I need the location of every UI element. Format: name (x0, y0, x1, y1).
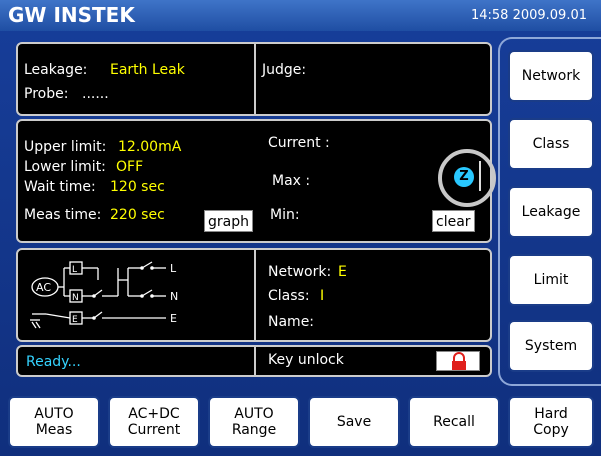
n-output-label: N (170, 290, 178, 303)
zero-indicator[interactable]: Z (438, 149, 496, 207)
wait-time-value: 120 sec (110, 179, 165, 195)
l-terminal-label: L (72, 265, 77, 275)
mode-panel: Leakage: Earth Leak Probe: ...... Judge: (16, 42, 492, 116)
button-line-2: Copy (533, 422, 569, 438)
l-output-label: L (170, 262, 177, 275)
lock-button[interactable] (436, 351, 480, 371)
instrument-screen: GW INSTEK 14:58 2009.09.01 Leakage: Eart… (0, 0, 601, 456)
e-output-label: E (170, 312, 177, 325)
datetime-display: 14:58 2009.09.01 (470, 8, 587, 23)
network-value: E (338, 264, 347, 280)
button-line-1: Hard (534, 406, 568, 422)
hard-copy-button[interactable]: Hard Copy (508, 396, 594, 448)
n-terminal-label: N (72, 293, 79, 303)
button-line-1: Save (336, 414, 372, 430)
wait-time-label: Wait time: (24, 179, 96, 195)
ready-status: Ready... (26, 354, 81, 370)
button-line-1: Recall (433, 414, 475, 430)
network-button[interactable]: Network (508, 50, 594, 102)
key-unlock-label: Key unlock (268, 352, 344, 368)
settings-panel: Upper limit: 12.00mA Lower limit: OFF Wa… (16, 119, 496, 243)
button-line-1: AUTO (234, 406, 274, 422)
upper-limit-value: 12.00mA (118, 139, 182, 155)
limit-button[interactable]: Limit (508, 254, 594, 306)
leakage-label: Leakage: (24, 62, 88, 78)
name-label: Name: (268, 314, 315, 330)
zero-icon: Z (454, 167, 474, 187)
current-label: Current : (268, 135, 330, 151)
circuit-diagram: AC L N E L N E (30, 261, 178, 329)
max-label: Max : (272, 173, 311, 189)
ac-label: AC (36, 281, 51, 294)
recall-button[interactable]: Recall (408, 396, 500, 448)
graph-button[interactable]: graph (204, 210, 253, 232)
button-line-1: AUTO (34, 406, 74, 422)
class-label: Class: (268, 288, 310, 304)
divider (254, 250, 256, 340)
network-label: Network: (268, 264, 332, 280)
auto-meas-button[interactable]: AUTO Meas (8, 396, 100, 448)
button-line-2: Meas (35, 422, 73, 438)
lower-limit-value: OFF (116, 159, 144, 175)
button-line-2: Current (127, 422, 181, 438)
button-line-1: AC+DC (128, 406, 180, 422)
system-button[interactable]: System (508, 320, 594, 372)
zero-badge-text: Z (459, 169, 469, 184)
title-bar: GW INSTEK 14:58 2009.09.01 (0, 0, 601, 31)
lock-icon (452, 352, 466, 370)
status-panel: Ready... Key unlock (16, 345, 492, 377)
probe-value: ...... (82, 86, 109, 102)
circuit-panel: AC L N E L N E Network: E Class: I Name: (16, 248, 492, 342)
clear-button[interactable]: clear (432, 210, 475, 232)
lower-limit-label: Lower limit: (24, 159, 106, 175)
probe-label: Probe: (24, 86, 69, 102)
acdc-current-button[interactable]: AC+DC Current (108, 396, 200, 448)
save-button[interactable]: Save (308, 396, 400, 448)
e-terminal-label: E (72, 315, 78, 325)
class-button[interactable]: Class (508, 118, 594, 170)
meas-time-value: 220 sec (110, 207, 165, 223)
divider (254, 44, 256, 114)
brand-logo: GW INSTEK (8, 3, 135, 27)
leakage-value: Earth Leak (110, 62, 185, 78)
judge-label: Judge: (262, 62, 307, 78)
upper-limit-label: Upper limit: (24, 139, 107, 155)
class-value: I (320, 288, 325, 304)
meas-time-label: Meas time: (24, 207, 102, 223)
auto-range-button[interactable]: AUTO Range (208, 396, 300, 448)
leakage-button[interactable]: Leakage (508, 186, 594, 238)
min-label: Min: (270, 207, 300, 223)
divider (254, 347, 256, 375)
cursor-line (479, 161, 481, 191)
button-line-2: Range (231, 422, 277, 438)
